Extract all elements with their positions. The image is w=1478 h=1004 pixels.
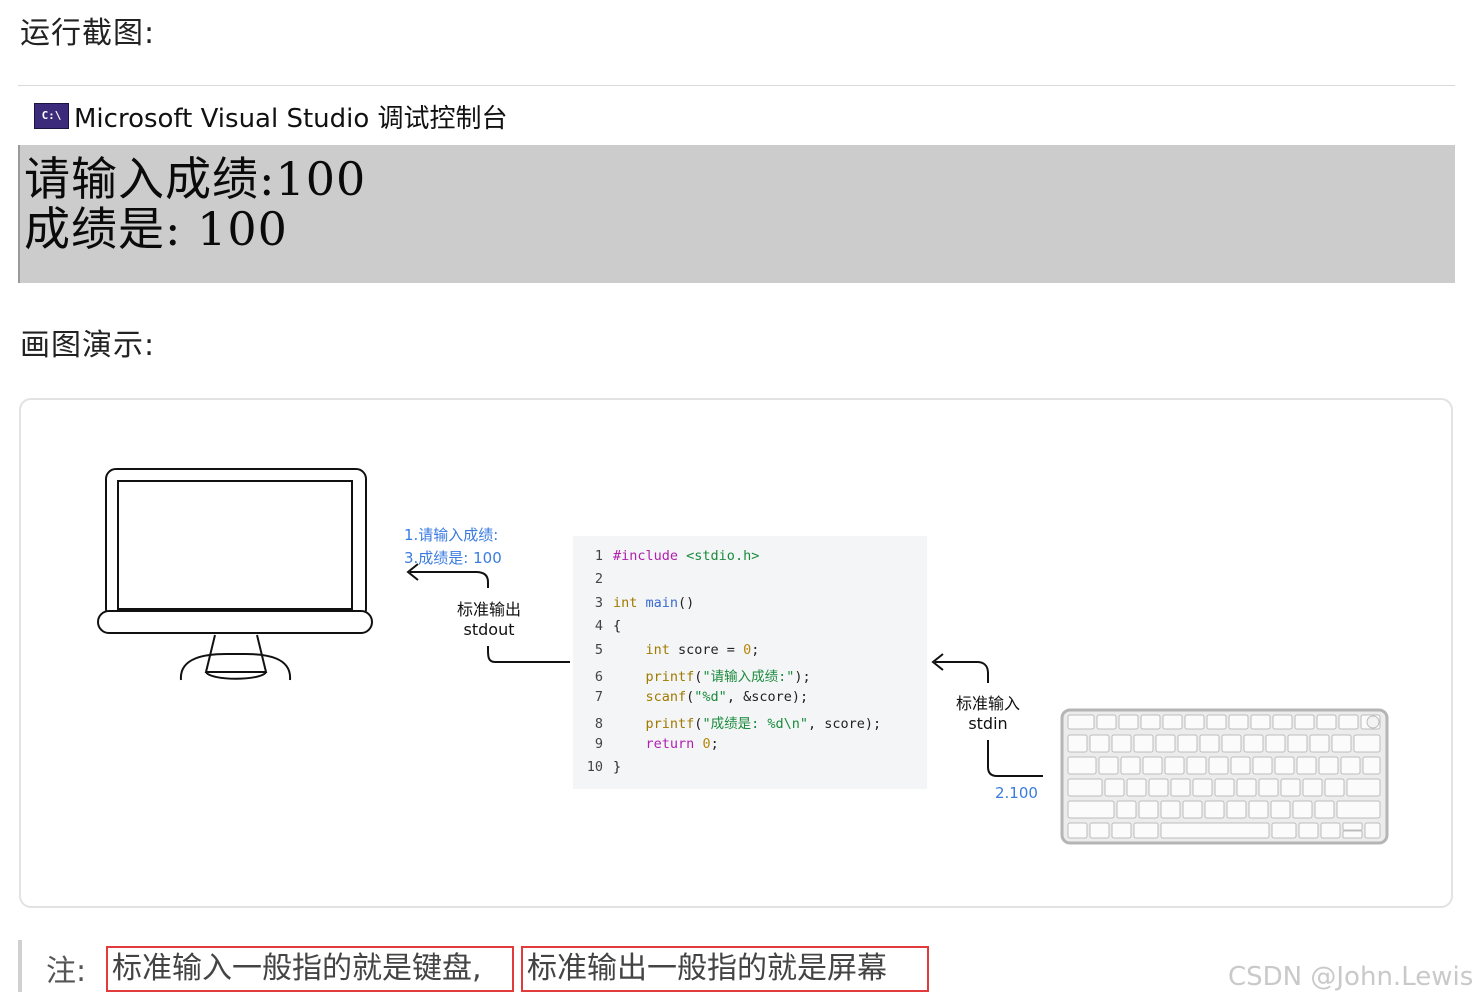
code-line-9: 9 return 0;	[594, 736, 719, 752]
console-app-icon: C:\	[34, 103, 69, 129]
code-line-2: 2	[594, 571, 603, 587]
note-highlight-stdout: 标准输出一般指的就是屏幕	[521, 946, 929, 992]
console-output: 请输入成绩:100 成绩是: 100	[18, 145, 1455, 283]
stdin-name: stdin	[968, 714, 1008, 733]
code-block: 1 #include <stdio.h> 2 3 int main() 4{ 5 i…	[573, 536, 927, 789]
note-prefix: 注:	[46, 954, 87, 989]
code-line-1: 1 #include <stdio.h>	[594, 548, 760, 564]
code-line-3: 3 int main()	[594, 595, 695, 611]
console-window: C:\ Microsoft Visual Studio 调试控制台 请输入成绩:…	[18, 85, 1455, 283]
stdin-label: 标准输入	[955, 694, 1020, 713]
monitor-icon	[97, 468, 373, 681]
stdout-name: stdout	[463, 620, 515, 639]
console-title: Microsoft Visual Studio 调试控制台	[74, 104, 508, 134]
code-line-5: 5 int score = 0;	[594, 642, 760, 658]
code-line-10: 10}	[586, 759, 622, 775]
input-value: 2.100	[995, 784, 1038, 802]
note-highlight-stdin: 标准输入一般指的就是键盘,	[106, 946, 514, 992]
code-line-4: 4{	[594, 618, 622, 634]
code-line-7: 7 scanf("%d", &score);	[594, 689, 809, 705]
code-line-6: 6 printf("请输入成绩:");	[594, 669, 811, 685]
console-line-result: 成绩是: 100	[24, 202, 288, 256]
keyboard-icon	[1060, 708, 1389, 845]
heading-run-screenshot: 运行截图:	[20, 16, 156, 51]
stdout-label: 标准输出	[456, 600, 521, 619]
heading-drawing-demo: 画图演示:	[20, 328, 156, 363]
console-titlebar: C:\ Microsoft Visual Studio 调试控制台	[18, 86, 1455, 144]
output-item-prompt: 1.请输入成绩:	[404, 526, 499, 544]
watermark: CSDN @John.Lewis	[1228, 962, 1474, 992]
note-quote-bar	[18, 940, 22, 992]
code-line-8: 8 printf("成绩是: %d\n", score);	[594, 716, 882, 732]
